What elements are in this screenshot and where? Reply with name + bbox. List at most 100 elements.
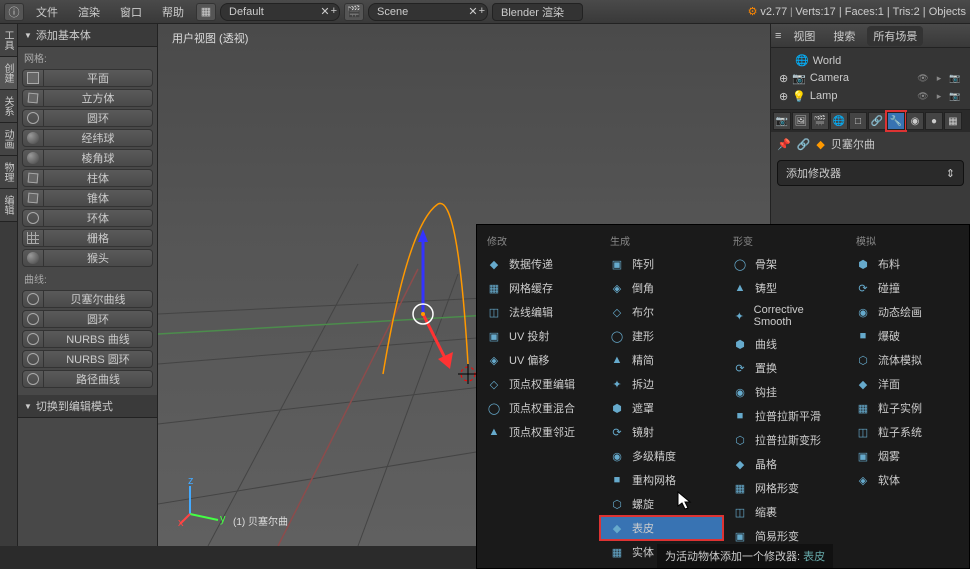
add-mesh-0[interactable]: 平面 xyxy=(44,69,153,87)
modifier-item-3-7[interactable]: ◫粒子系统 xyxy=(846,420,969,444)
scene-selector[interactable]: Scene ✕+ xyxy=(368,3,488,21)
svg-text:x: x xyxy=(178,517,184,529)
add-curve-3[interactable]: NURBS 圆环 xyxy=(44,350,153,368)
modifier-item-2-2[interactable]: ✦Corrective Smooth xyxy=(723,300,846,332)
outliner-tab-all[interactable]: 所有场景 xyxy=(867,26,923,46)
modifier-item-1-7[interactable]: ⟳镜射 xyxy=(600,420,723,444)
switch-edit-header[interactable]: ▼切换到编辑模式 xyxy=(18,395,157,418)
prop-tab-data[interactable]: ◉ xyxy=(906,112,924,130)
modifier-item-3-4[interactable]: ⬡流体模拟 xyxy=(846,348,969,372)
axis-gizmo: z y x xyxy=(178,476,228,526)
modifier-item-3-9[interactable]: ◈软体 xyxy=(846,468,969,492)
outliner-tab-view[interactable]: 视图 xyxy=(787,26,821,46)
modifier-item-3-0[interactable]: ⬢布料 xyxy=(846,252,969,276)
prop-tab-scene[interactable]: 🎬 xyxy=(811,112,829,130)
outliner-tab-search[interactable]: 搜索 xyxy=(827,26,861,46)
modifier-item-0-2[interactable]: ◫法线编辑 xyxy=(477,300,600,324)
add-curve-0[interactable]: 贝塞尔曲线 xyxy=(44,290,153,308)
info-icon[interactable]: ⓘ xyxy=(4,3,24,21)
tab-physics[interactable]: 物理 xyxy=(0,156,17,189)
tab-relations[interactable]: 关系 xyxy=(0,90,17,123)
add-mesh-9[interactable]: 猴头 xyxy=(44,249,153,267)
modifier-item-0-3[interactable]: ▣UV 投射 xyxy=(477,324,600,348)
add-mesh-1[interactable]: 立方体 xyxy=(44,89,153,107)
prop-tab-world[interactable]: 🌐 xyxy=(830,112,848,130)
add-curve-2[interactable]: NURBS 曲线 xyxy=(44,330,153,348)
modifier-item-0-0[interactable]: ◆数据传递 xyxy=(477,252,600,276)
prop-tab-layers[interactable]: 🖼 xyxy=(792,112,810,130)
tool-tabs: 工具 创建 关系 动画 物理 编辑 xyxy=(0,24,18,546)
modifier-item-0-6[interactable]: ◯顶点权重混合 xyxy=(477,396,600,420)
modifier-item-0-7[interactable]: ▲顶点权重邻近 xyxy=(477,420,600,444)
modifier-item-1-8[interactable]: ◉多级精度 xyxy=(600,444,723,468)
outliner-camera[interactable]: ⊕📷Camera 👁▸📷 xyxy=(775,69,966,87)
outliner-lamp[interactable]: ⊕💡Lamp 👁▸📷 xyxy=(775,87,966,105)
modifier-item-1-5[interactable]: ✦拆边 xyxy=(600,372,723,396)
render-engine-dropdown[interactable]: Blender 渲染 xyxy=(492,3,583,21)
tab-edit[interactable]: 编辑 xyxy=(0,189,17,222)
modifier-item-2-10[interactable]: ◫缩裹 xyxy=(723,500,846,524)
add-modifier-dropdown[interactable]: 添加修改器⇕ xyxy=(777,160,964,186)
modifier-item-1-6[interactable]: ⬢遮罩 xyxy=(600,396,723,420)
modifier-item-0-1[interactable]: ▦网格缓存 xyxy=(477,276,600,300)
modifier-item-1-1[interactable]: ◈倒角 xyxy=(600,276,723,300)
prop-tab-object[interactable]: □ xyxy=(849,112,867,130)
add-mesh-3[interactable]: 经纬球 xyxy=(44,129,153,147)
add-mesh-4[interactable]: 棱角球 xyxy=(44,149,153,167)
menu-help[interactable]: 帮助 xyxy=(154,2,192,22)
modifier-item-2-6[interactable]: ■拉普拉斯平滑 xyxy=(723,404,846,428)
mesh-icon-0 xyxy=(22,69,44,87)
tab-tools[interactable]: 工具 xyxy=(0,24,17,57)
outliner-icon[interactable]: ≡ xyxy=(775,30,781,42)
modifier-item-2-5[interactable]: ◉钩挂 xyxy=(723,380,846,404)
add-primitive-header[interactable]: ▼添加基本体 xyxy=(18,24,157,47)
modifier-item-2-8[interactable]: ◆晶格 xyxy=(723,452,846,476)
modifier-item-2-0[interactable]: ◯骨架 xyxy=(723,252,846,276)
add-mesh-2[interactable]: 圆环 xyxy=(44,109,153,127)
mesh-icon-5 xyxy=(22,169,44,187)
add-mesh-8[interactable]: 栅格 xyxy=(44,229,153,247)
layout-icon[interactable]: ▦ xyxy=(196,3,216,21)
menu-render[interactable]: 渲染 xyxy=(70,2,108,22)
prop-tab-modifiers[interactable]: 🔧 xyxy=(887,112,905,130)
modifier-item-1-11[interactable]: ◆表皮 xyxy=(600,516,723,540)
modifier-item-2-3[interactable]: ⬢曲线 xyxy=(723,332,846,356)
menu-file[interactable]: 文件 xyxy=(28,2,66,22)
tab-animation[interactable]: 动画 xyxy=(0,123,17,156)
add-curve-4[interactable]: 路径曲线 xyxy=(44,370,153,388)
outliner[interactable]: 🌐World ⊕📷Camera 👁▸📷 ⊕💡Lamp 👁▸📷 xyxy=(771,48,970,110)
modifier-item-1-3[interactable]: ◯建形 xyxy=(600,324,723,348)
add-mesh-5[interactable]: 柱体 xyxy=(44,169,153,187)
menu-window[interactable]: 窗口 xyxy=(112,2,150,22)
modifier-item-3-5[interactable]: ◆洋面 xyxy=(846,372,969,396)
curve-icon-2 xyxy=(22,330,44,348)
scene-icon[interactable]: 🎬 xyxy=(344,3,364,21)
modifier-item-1-9[interactable]: ■重构网格 xyxy=(600,468,723,492)
modifier-item-2-1[interactable]: ▲铸型 xyxy=(723,276,846,300)
prop-tab-constraints[interactable]: 🔗 xyxy=(868,112,886,130)
add-curve-1[interactable]: 圆环 xyxy=(44,310,153,328)
add-mesh-7[interactable]: 环体 xyxy=(44,209,153,227)
tab-create[interactable]: 创建 xyxy=(0,57,17,90)
add-mesh-6[interactable]: 锥体 xyxy=(44,189,153,207)
modifier-item-1-10[interactable]: ⬡螺旋 xyxy=(600,492,723,516)
prop-tab-material[interactable]: ● xyxy=(925,112,943,130)
modifier-item-2-4[interactable]: ⟳置换 xyxy=(723,356,846,380)
modifier-item-1-0[interactable]: ▣阵列 xyxy=(600,252,723,276)
modifier-item-2-7[interactable]: ⬡拉普拉斯变形 xyxy=(723,428,846,452)
layout-selector[interactable]: Default ✕+ xyxy=(220,3,340,21)
modifier-item-3-3[interactable]: ■爆破 xyxy=(846,324,969,348)
modifier-item-1-4[interactable]: ▲精简 xyxy=(600,348,723,372)
pin-icon[interactable]: 📌 xyxy=(777,138,791,151)
modifier-item-1-2[interactable]: ◇布尔 xyxy=(600,300,723,324)
modifier-item-0-5[interactable]: ◇顶点权重编辑 xyxy=(477,372,600,396)
prop-tab-texture[interactable]: ▦ xyxy=(944,112,962,130)
outliner-world[interactable]: 🌐World xyxy=(775,52,966,69)
modifier-item-0-4[interactable]: ◈UV 偏移 xyxy=(477,348,600,372)
modifier-item-3-1[interactable]: ⟳碰撞 xyxy=(846,276,969,300)
prop-tab-render[interactable]: 📷 xyxy=(773,112,791,130)
modifier-item-3-6[interactable]: ▦粒子实例 xyxy=(846,396,969,420)
modifier-item-3-8[interactable]: ▣烟雾 xyxy=(846,444,969,468)
modifier-item-3-2[interactable]: ◉动态绘画 xyxy=(846,300,969,324)
modifier-item-2-9[interactable]: ▦网格形变 xyxy=(723,476,846,500)
